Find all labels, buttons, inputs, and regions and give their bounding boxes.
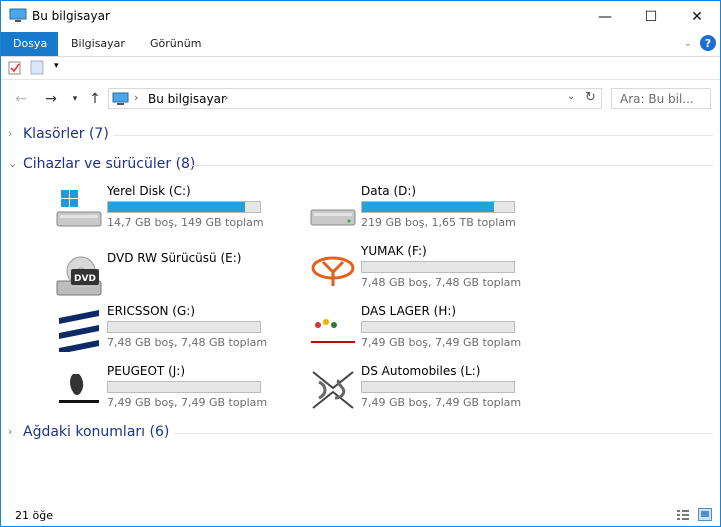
drive-name: DAS LAGER (H:) [361, 304, 457, 318]
drive-item-e[interactable]: DVD DVD RW Sürücüsü (E:) [55, 251, 285, 307]
details-view-icon[interactable] [676, 509, 690, 521]
usage-bar [361, 321, 515, 333]
breadcrumb[interactable]: Bu bilgisayar [148, 92, 226, 106]
ds-logo-icon [312, 371, 354, 409]
maximize-button[interactable]: ☐ [628, 1, 674, 32]
tab-dosya[interactable]: Dosya [1, 32, 58, 56]
group-label: Ağdaki konumları (6) [23, 424, 170, 440]
large-icons-view-icon[interactable] [698, 508, 712, 521]
drive-info: 7,49 GB boş, 7,49 GB toplam [361, 336, 522, 349]
chevron-down-icon: ⌄ [8, 157, 18, 170]
drive-name: YUMAK (F:) [361, 244, 427, 258]
dvd-drive-icon: DVD [56, 256, 102, 296]
item-count: 21 öğe [15, 509, 53, 522]
divider [173, 433, 713, 434]
minimize-button[interactable]: — [582, 1, 628, 32]
drive-name: Data (D:) [361, 184, 417, 198]
navigation-bar: ← → ▾ ↑ › Bu bilgisayar › ⌄ ↻ Ara: Bu bi… [1, 85, 720, 113]
address-dropdown-icon[interactable]: ⌄ [567, 91, 575, 102]
group-label: Cihazlar ve sürücüler (8) [23, 156, 196, 172]
svg-text:DVD: DVD [74, 274, 96, 284]
drive-item-l[interactable]: DS Automobiles (L:) 7,49 GB boş, 7,49 GB… [309, 364, 539, 420]
group-network[interactable]: › Ağdaki konumları (6) [1, 423, 720, 443]
usage-bar [107, 321, 261, 333]
search-box[interactable]: Ara: Bu bil... [611, 88, 711, 109]
drive-info: 7,48 GB boş, 7,48 GB toplam [107, 336, 268, 349]
drive-name: DVD RW Sürücüsü (E:) [107, 251, 242, 265]
usage-bar [361, 261, 515, 273]
peugeot-logo-icon [57, 374, 101, 403]
drive-name: PEUGEOT (J:) [107, 364, 186, 378]
windows-disk-icon [56, 190, 102, 227]
status-bar: 21 öğe [1, 506, 720, 526]
breadcrumb-separator-icon: › [134, 91, 139, 104]
yumak-logo-icon [311, 256, 355, 286]
divider [189, 165, 713, 166]
usage-bar [361, 381, 515, 393]
group-label: Klasörler (7) [23, 126, 109, 142]
breadcrumb-chevron-icon[interactable]: › [224, 91, 228, 104]
ericsson-logo-icon [59, 310, 99, 352]
drive-info: 7,49 GB boş, 7,49 GB toplam [361, 396, 522, 409]
drive-item-d[interactable]: Data (D:) 219 GB boş, 1,65 TB toplam [309, 184, 539, 240]
group-devices[interactable]: ⌄ Cihazlar ve sürücüler (8) [1, 155, 720, 175]
close-button[interactable]: ✕ [674, 1, 720, 32]
drive-item-j[interactable]: PEUGEOT (J:) 7,49 GB boş, 7,49 GB toplam [55, 364, 285, 420]
computer-icon [9, 8, 27, 22]
explorer-window: Bu bilgisayar — ☐ ✕ Dosya Bilgisayar Gör… [0, 0, 721, 527]
usage-fill [108, 202, 245, 212]
quick-access-toolbar: ▾ [1, 57, 720, 80]
computer-icon [112, 92, 129, 105]
window-title: Bu bilgisayar [32, 9, 110, 23]
hard-disk-icon [310, 209, 356, 226]
up-arrow-icon[interactable]: ↑ [85, 89, 105, 109]
drive-item-h[interactable]: DAS LAGER (H:) 7,49 GB boş, 7,49 GB topl… [309, 304, 539, 360]
title-bar[interactable]: Bu bilgisayar — ☐ ✕ [1, 1, 720, 32]
search-placeholder: Ara: Bu bil... [620, 92, 694, 106]
tab-gorunum[interactable]: Görünüm [138, 32, 213, 56]
drive-info: 7,49 GB boş, 7,49 GB toplam [107, 396, 268, 409]
back-arrow-icon[interactable]: ← [11, 89, 31, 109]
expand-ribbon-icon[interactable]: ⌄ [684, 38, 692, 49]
forward-arrow-icon[interactable]: → [41, 89, 61, 109]
drive-item-c[interactable]: Yerel Disk (C:) 14,7 GB boş, 149 GB topl… [55, 184, 285, 240]
tab-bilgisayar[interactable]: Bilgisayar [59, 32, 137, 56]
drive-info: 14,7 GB boş, 149 GB toplam [107, 216, 264, 229]
drive-item-f[interactable]: YUMAK (F:) 7,48 GB boş, 7,48 GB toplam [309, 244, 539, 300]
das-lager-logo-icon [311, 319, 355, 343]
divider [113, 135, 713, 136]
chevron-right-icon: › [8, 425, 13, 438]
drive-item-g[interactable]: ERICSSON (G:) 7,48 GB boş, 7,48 GB topla… [55, 304, 285, 360]
new-folder-icon[interactable] [30, 60, 44, 75]
chevron-right-icon: › [8, 127, 13, 140]
ribbon-right-controls: ⌄ ? [684, 35, 716, 51]
ribbon-tabs: Dosya Bilgisayar Görünüm [1, 32, 720, 57]
usage-bar [361, 201, 515, 213]
help-icon[interactable]: ? [700, 35, 716, 51]
drive-name: DS Automobiles (L:) [361, 364, 481, 378]
drive-name: ERICSSON (G:) [107, 304, 196, 318]
drive-info: 7,48 GB boş, 7,48 GB toplam [361, 276, 522, 289]
usage-bar [107, 201, 261, 213]
group-folders[interactable]: › Klasörler (7) [1, 125, 720, 145]
usage-bar [107, 381, 261, 393]
refresh-icon[interactable]: ↻ [585, 90, 596, 105]
usage-fill [362, 202, 495, 212]
address-bar[interactable]: › Bu bilgisayar › ⌄ ↻ [108, 88, 602, 109]
drive-name: Yerel Disk (C:) [107, 184, 191, 198]
customize-qat-icon[interactable]: ▾ [54, 61, 59, 71]
drive-info: 219 GB boş, 1,65 TB toplam [361, 216, 516, 229]
properties-icon[interactable] [8, 60, 22, 75]
recent-locations-icon[interactable]: ▾ [65, 89, 85, 109]
